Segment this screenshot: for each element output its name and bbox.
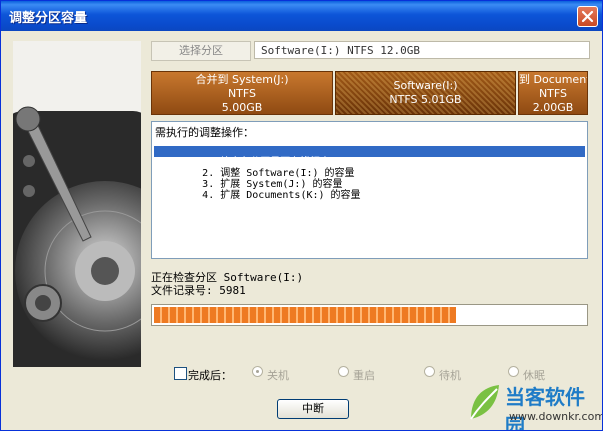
operation-item[interactable]: 3. 扩展 System(J:) 的容量 [154, 168, 342, 190]
partition-size: 5.00GB [221, 101, 263, 114]
resize-partition-dialog: 调整分区容量 选择分区 Software(I:) NTFS 12.0GB 合并到… [0, 0, 603, 431]
status-record-number: 文件记录号: 5981 [151, 284, 246, 297]
window-title: 调整分区容量 [9, 11, 88, 26]
radio-shutdown[interactable] [252, 366, 263, 377]
partition-size: 2.00GB [532, 101, 574, 114]
partition-segment-documents[interactable]: 到 Document NTFS 2.00GB [518, 71, 588, 115]
partition-name: Software(I:) [393, 79, 458, 92]
watermark-url: www.downkr.com [509, 410, 603, 423]
leaf-logo-icon [470, 385, 499, 420]
select-partition-button[interactable]: 选择分区 [151, 41, 251, 61]
operation-item[interactable]: 4. 扩展 Documents(K:) 的容量 [154, 179, 360, 201]
operation-item[interactable]: 2. 调整 Software(I:) 的容量 [154, 157, 354, 179]
title-bar[interactable]: 调整分区容量 [1, 1, 602, 31]
site-watermark: 当客软件园 www.downkr.com [463, 379, 603, 431]
radio-standby-label: 待机 [439, 369, 461, 382]
partition-segment-system[interactable]: 合并到 System(J:) NTFS 5.00GB [151, 71, 333, 115]
operation-text: 4. 扩展 Documents(K:) 的容量 [202, 190, 361, 201]
partition-fs: NTFS [227, 87, 257, 100]
selected-partition-info: Software(I:) NTFS 12.0GB [254, 41, 590, 59]
watermark-text: 当客软件园 [505, 385, 585, 431]
progress-fill [154, 307, 456, 323]
partition-segment-software[interactable]: Software(I:) NTFS 5.01GB [335, 71, 516, 115]
partition-layout-bar: 合并到 System(J:) NTFS 5.00GB Software(I:) … [151, 71, 588, 115]
operations-title: 需执行的调整操作： [155, 126, 254, 139]
close-button[interactable] [577, 6, 598, 27]
after-complete-label: 完成后： [188, 369, 232, 382]
dialog-body: 选择分区 Software(I:) NTFS 12.0GB 合并到 System… [1, 31, 602, 430]
abort-button[interactable]: 中断 [277, 399, 349, 419]
partition-name: 到 Document [519, 73, 588, 86]
hard-disk-icon [13, 41, 141, 367]
radio-hibernate[interactable] [508, 366, 519, 377]
radio-shutdown-label: 关机 [267, 369, 289, 382]
after-complete-checkbox[interactable] [174, 367, 187, 380]
disk-genius-banner [13, 41, 141, 367]
close-icon [581, 10, 594, 23]
operation-item[interactable]: 1. 检查各分区是否有错误 执行中 [154, 146, 585, 168]
partition-size: 5.01GB [421, 93, 462, 106]
radio-restart-label: 重启 [353, 369, 375, 382]
partition-fs: NTFS [389, 93, 418, 106]
partition-fs-size: NTFS 5.01GB [336, 93, 515, 107]
progress-bar [151, 304, 588, 326]
partition-name: 合并到 System(J:) [195, 73, 289, 86]
radio-restart[interactable] [338, 366, 349, 377]
operations-list[interactable]: 需执行的调整操作： 1. 检查各分区是否有错误 执行中 2. 调整 Softwar… [151, 121, 588, 259]
partition-fs: NTFS [538, 87, 568, 100]
radio-standby[interactable] [424, 366, 435, 377]
